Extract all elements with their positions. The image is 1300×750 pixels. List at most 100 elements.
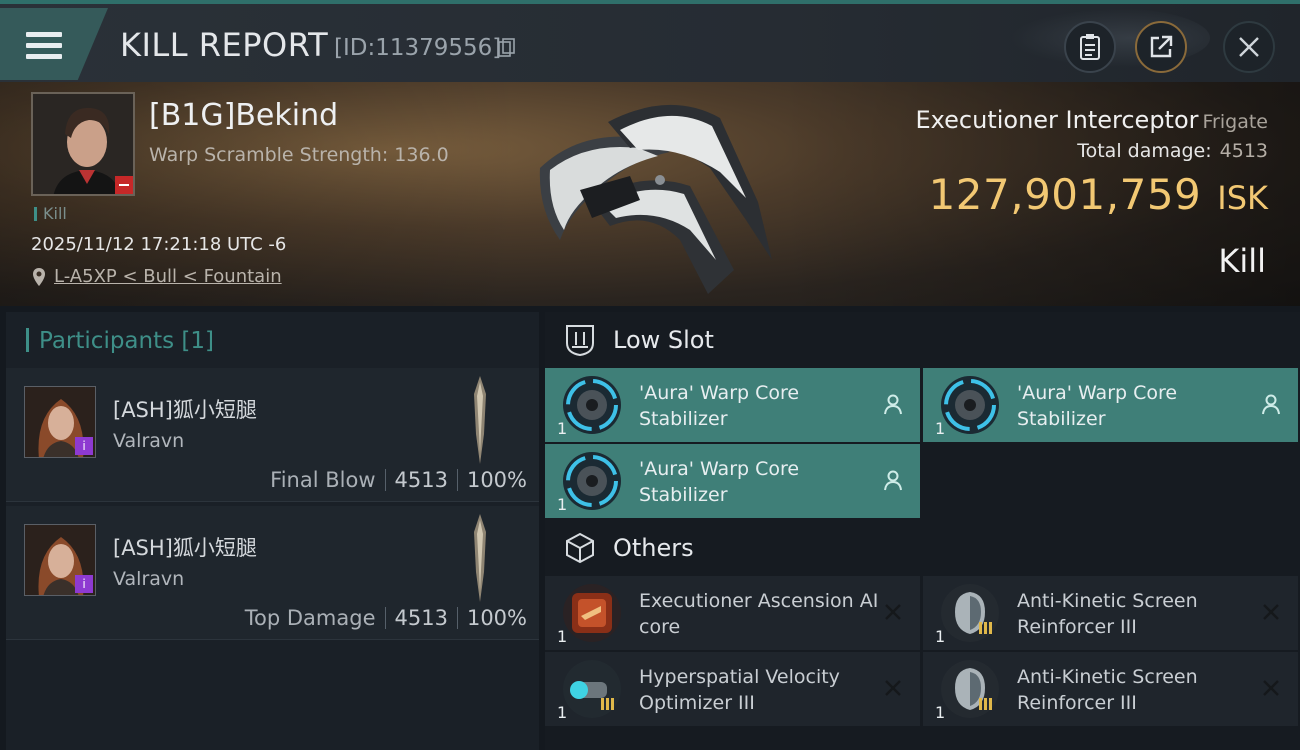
others-label: Others (613, 534, 694, 562)
pilot-icon (1262, 394, 1280, 415)
participant-ship-icon (474, 376, 486, 464)
participant-row[interactable]: i [ASH]狐小短腿 Valravn Final Blow 4513 100% (6, 368, 539, 502)
divider (456, 607, 458, 629)
victim-ship-name[interactable]: Executioner Interceptor Frigate (916, 106, 1268, 134)
participant-stats: Top Damage 4513 100% (245, 606, 527, 630)
victim-ship-image (539, 104, 772, 294)
participant-damage: 4513 (394, 468, 448, 492)
module-slot[interactable]: 1 Executioner Ascension AI core (545, 576, 920, 650)
destroyed-x-icon (1263, 680, 1279, 696)
participant-percent: 100% (466, 468, 527, 492)
kill-location[interactable]: L-A5XP < Bull < Fountain (32, 266, 282, 287)
ship-type: Executioner Interceptor (915, 106, 1199, 134)
module-quantity: 1 (557, 419, 568, 438)
divider (384, 469, 386, 491)
destroyed-x-icon (1263, 604, 1279, 620)
participants-title: Participants [1] (26, 328, 214, 354)
participant-role: Top Damage (244, 606, 376, 630)
participant-damage: 4513 (394, 606, 448, 630)
module-name: 'Aura' Warp Core Stabilizer (1017, 382, 1178, 430)
module-quantity: 1 (557, 495, 568, 514)
participant-role: Final Blow (270, 468, 376, 492)
participants-panel: Participants [1] i [ASH]狐小短腿 Valravn Fin… (6, 312, 539, 750)
fitting-panel: Low Slot 1 'Aura' Warp Core Stabilizer 1… (545, 312, 1300, 750)
module-slot[interactable]: 1 'Aura' Warp Core Stabilizer (923, 368, 1298, 442)
module-quantity: 1 (935, 419, 946, 438)
low-slot-icon (566, 325, 594, 357)
module-name: Anti-Kinetic Screen Reinforcer III (1017, 590, 1198, 638)
module-name: 'Aura' Warp Core Stabilizer (639, 382, 800, 430)
participant-row[interactable]: i [ASH]狐小短腿 Valravn Top Damage 4513 100% (6, 506, 539, 640)
module-slot[interactable]: 1 'Aura' Warp Core Stabilizer (545, 368, 920, 442)
ai-core-icon (563, 584, 621, 642)
module-name: 'Aura' Warp Core Stabilizer (639, 458, 800, 506)
avatar[interactable]: i (24, 386, 96, 458)
low-slot-label: Low Slot (613, 326, 714, 354)
module-quantity: 1 (935, 627, 946, 646)
screen-reinforcer-icon (941, 660, 999, 718)
warp-core-stabilizer-icon (563, 376, 621, 434)
page-title: KILL REPORT (120, 26, 329, 64)
module-name: Executioner Ascension AI core (639, 590, 879, 638)
module-quantity: 1 (935, 703, 946, 722)
share-icon (1150, 35, 1173, 58)
module-quantity: 1 (557, 703, 568, 722)
location-pin-icon (33, 267, 45, 286)
clipboard-icon (1080, 34, 1100, 60)
report-id: [ID:11379556] (334, 35, 502, 61)
cube-icon (566, 532, 594, 564)
clipboard-button[interactable] (1064, 21, 1116, 73)
others-header: Others (545, 520, 1300, 576)
close-icon (1239, 37, 1259, 57)
module-name: Hyperspatial Velocity Optimizer III (639, 666, 840, 714)
divider (456, 469, 458, 491)
participant-corp: Valravn (113, 430, 185, 452)
module-quantity: 1 (557, 627, 568, 646)
copy-icon[interactable] (498, 38, 516, 58)
participant-name[interactable]: [ASH]狐小短腿 (113, 532, 257, 562)
pilot-icon (884, 470, 902, 491)
isk-unit: ISK (1217, 179, 1268, 217)
pilot-icon (884, 394, 902, 415)
victim-banner: [B1G]Bekind Warp Scramble Strength: 136.… (0, 82, 1300, 306)
result-label: Kill (1218, 242, 1266, 280)
isk-value: 127,901,759 ISK (929, 170, 1268, 219)
share-button[interactable] (1135, 21, 1187, 73)
participant-stats: Final Blow 4513 100% (270, 468, 527, 492)
kill-tag: Kill (34, 204, 67, 223)
location-link[interactable]: L-A5XP < Bull < Fountain (54, 266, 282, 287)
participant-percent: 100% (466, 606, 527, 630)
hostile-status-badge (115, 176, 133, 194)
role-badge: i (75, 575, 93, 593)
destroyed-x-icon (885, 604, 901, 620)
avatar[interactable]: i (24, 524, 96, 596)
menu-button[interactable] (0, 8, 108, 80)
warp-core-stabilizer-icon (563, 452, 621, 510)
ship-class: Frigate (1202, 111, 1268, 133)
divider (384, 607, 386, 629)
low-slot-header: Low Slot (545, 312, 1300, 368)
isk-amount: 127,901,759 (928, 170, 1202, 219)
velocity-optimizer-icon (563, 660, 621, 718)
module-slot[interactable]: 1 'Aura' Warp Core Stabilizer (545, 444, 920, 518)
module-slot[interactable]: 1 Anti-Kinetic Screen Reinforcer III (923, 576, 1298, 650)
participant-name[interactable]: [ASH]狐小短腿 (113, 394, 257, 424)
close-button[interactable] (1223, 21, 1275, 73)
victim-name[interactable]: [B1G]Bekind (149, 98, 338, 133)
top-bar: KILL REPORT [ID:11379556] (0, 0, 1300, 82)
screen-reinforcer-icon (941, 584, 999, 642)
warp-scramble-strength: Warp Scramble Strength: 136.0 (149, 144, 449, 166)
module-slot[interactable]: 1 Anti-Kinetic Screen Reinforcer III (923, 652, 1298, 726)
kill-datetime: 2025/11/12 17:21:18 UTC -6 (31, 234, 287, 255)
role-badge: i (75, 437, 93, 455)
menu-icon (26, 32, 62, 60)
participant-ship-icon (474, 514, 486, 602)
total-damage: Total damage: 4513 (1077, 140, 1268, 162)
module-slot[interactable]: 1 Hyperspatial Velocity Optimizer III (545, 652, 920, 726)
total-damage-label: Total damage: (1077, 140, 1212, 162)
warp-core-stabilizer-icon (941, 376, 999, 434)
total-damage-value: 4513 (1219, 140, 1268, 162)
destroyed-x-icon (885, 680, 901, 696)
participant-corp: Valravn (113, 568, 185, 590)
victim-portrait[interactable] (31, 92, 135, 196)
